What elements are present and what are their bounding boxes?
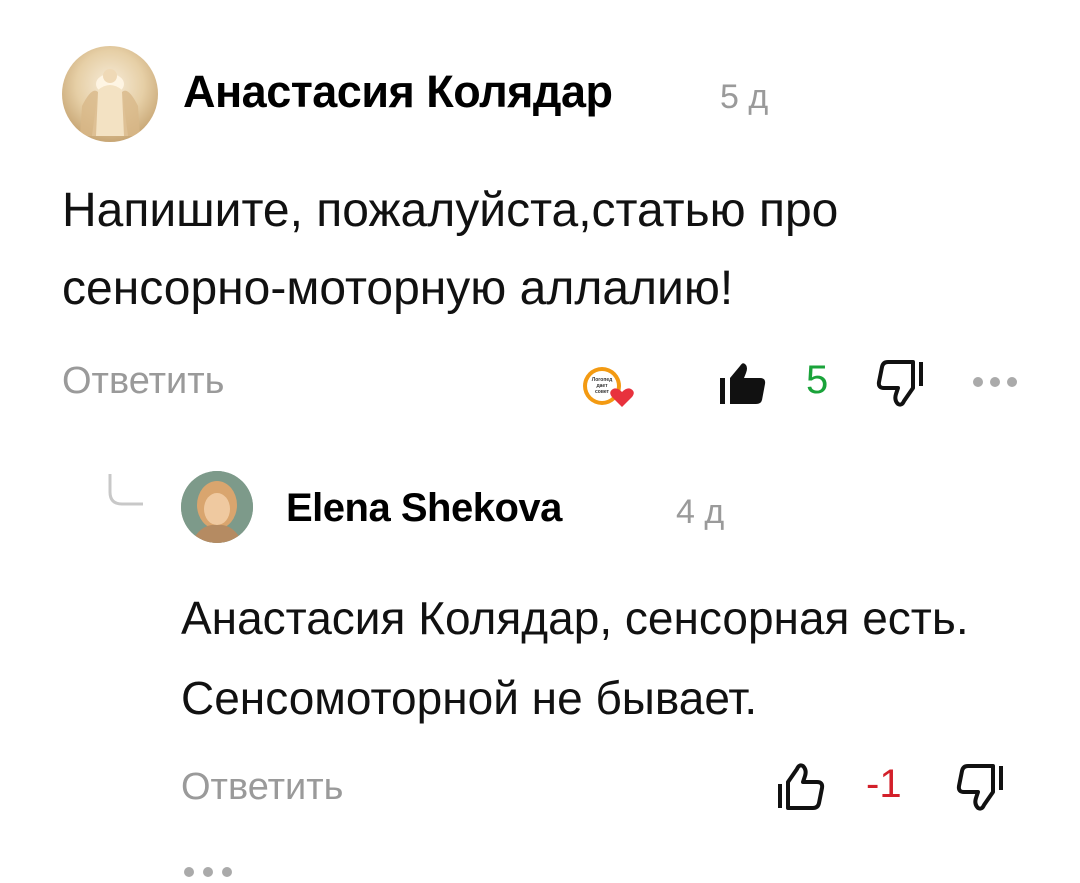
avatar[interactable] bbox=[62, 46, 158, 142]
reaction-badge-icon[interactable]: Логопед дает совет bbox=[580, 362, 638, 412]
dislike-icon[interactable] bbox=[954, 760, 1008, 814]
reply-button[interactable]: Ответить bbox=[62, 360, 224, 403]
reply-button[interactable]: Ответить bbox=[181, 766, 343, 809]
more-icon[interactable] bbox=[181, 862, 235, 878]
like-count: -1 bbox=[866, 762, 902, 806]
comment-time: 5 д bbox=[720, 78, 769, 116]
avatar[interactable] bbox=[181, 471, 253, 543]
like-count: 5 bbox=[806, 358, 829, 402]
reply-time: 4 д bbox=[676, 493, 725, 531]
svg-text:совет: совет bbox=[595, 389, 610, 395]
reply-text: Анастасия Колядар, сенсорная есть. Сенсо… bbox=[181, 592, 969, 724]
reply-author[interactable]: Elena Shekova bbox=[286, 486, 562, 531]
comment-text: Напишите, пожалуйста,статью про сенсорно… bbox=[62, 184, 839, 315]
like-icon[interactable] bbox=[774, 760, 828, 814]
avatar-image bbox=[181, 471, 253, 543]
more-icon[interactable] bbox=[970, 374, 1020, 390]
avatar-image bbox=[80, 69, 140, 136]
thread-line-icon bbox=[107, 474, 143, 508]
dislike-icon[interactable] bbox=[874, 356, 928, 410]
comment-author[interactable]: Анастасия Колядар bbox=[183, 66, 613, 118]
like-icon[interactable] bbox=[716, 356, 770, 410]
